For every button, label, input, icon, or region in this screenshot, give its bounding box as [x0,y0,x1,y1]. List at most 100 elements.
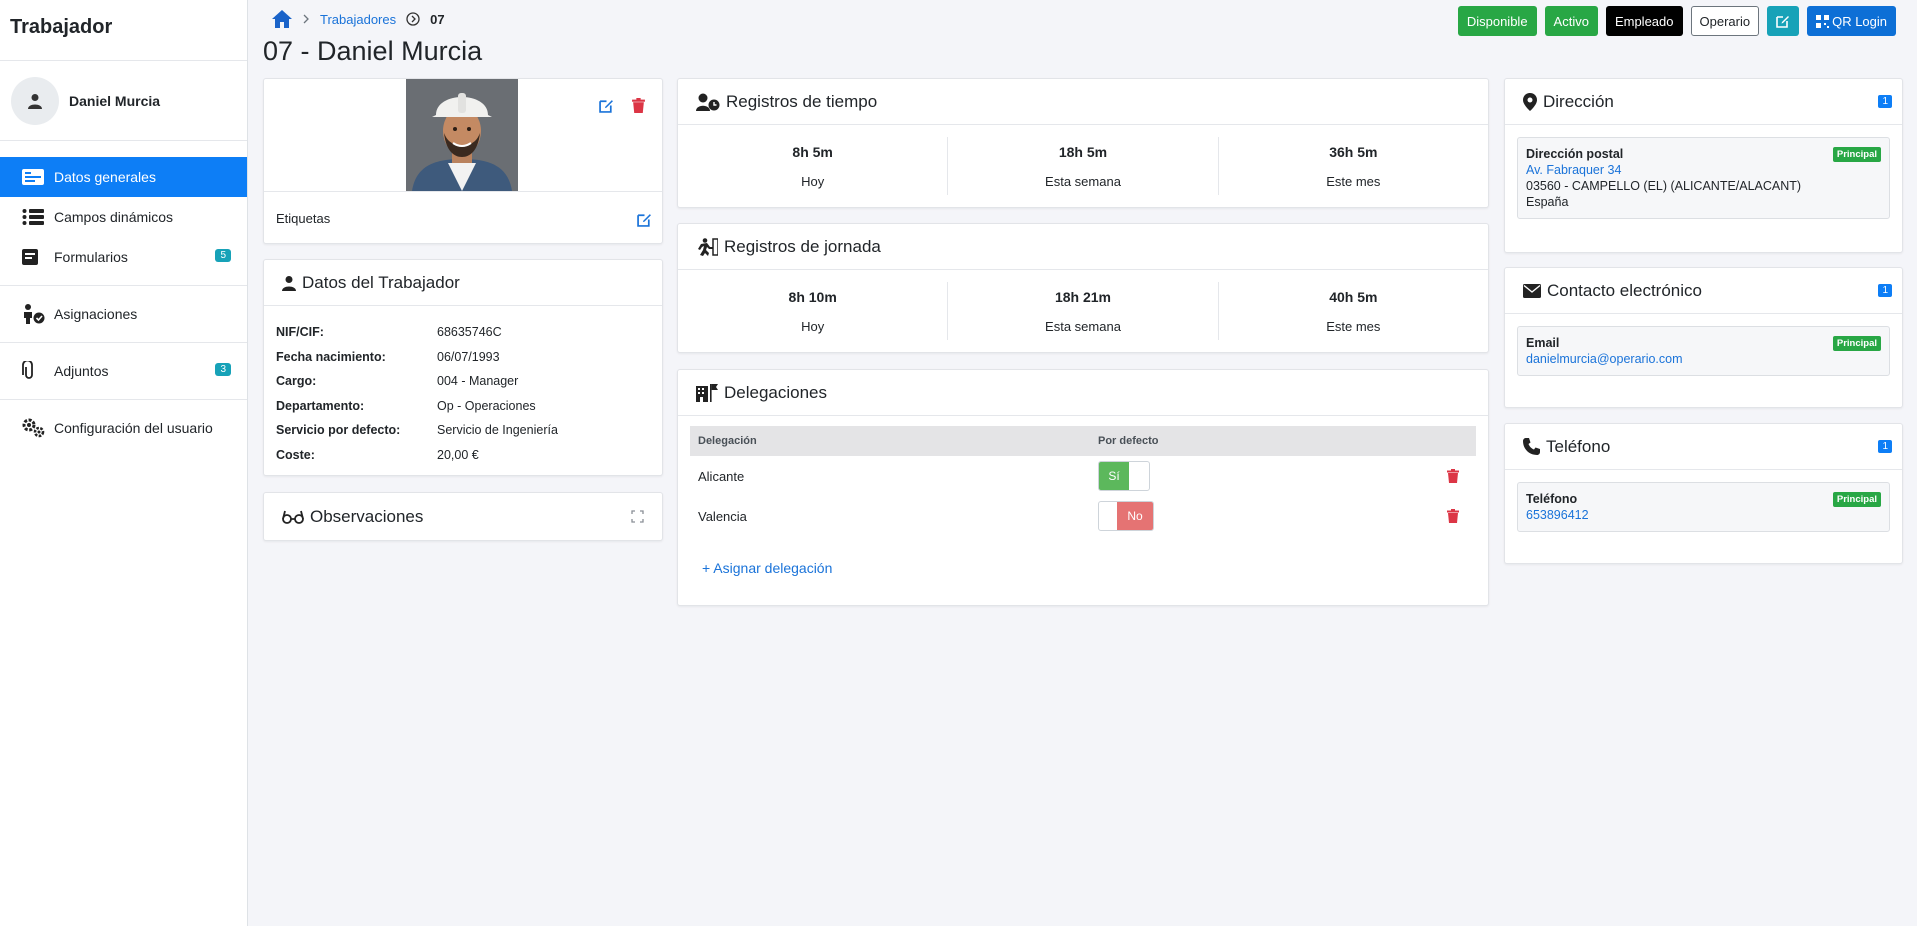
telefono-item: Teléfono Principal 653896412 [1517,482,1890,532]
sidebar-user-name: Daniel Murcia [69,92,161,109]
sidebar-nav: Datos generales Campos dinámicos Formula… [0,141,247,448]
default-toggle[interactable]: Sí [1098,461,1150,491]
worker-data-header: Datos del Trabajador [264,260,662,306]
delete-photo-button[interactable] [628,95,648,115]
sidebar-item-label: Asignaciones [54,306,138,322]
telefono-card: Teléfono 1 Teléfono Principal 653896412 [1504,423,1903,564]
paperclip-icon [22,361,48,381]
home-icon[interactable] [272,10,292,28]
expand-icon[interactable] [631,510,644,523]
delegaciones-title: Delegaciones [724,382,828,402]
registros-tiempo-card: Registros de tiempo 8h 5m Hoy 18h 5m Esta … [677,78,1489,208]
delegacion-name: Valencia [698,508,747,524]
trash-icon [1447,509,1459,523]
direccion-country: España [1526,195,1569,209]
user-icon [28,93,42,109]
divider [0,399,247,400]
delete-delegacion-button[interactable] [1438,509,1468,523]
stat-hoy: 8h 5m Hoy [678,137,949,195]
col-delegacion: Delegación [698,435,757,447]
building-flag-icon [696,383,718,402]
delete-delegacion-button[interactable] [1438,469,1468,483]
sidebar-item-configuracion-usuario[interactable]: Configuración del usuario [0,408,247,448]
worker-photo [406,79,518,191]
header-actions: Disponible Activo Empleado Operario QR L… [1457,6,1896,36]
toggle-off-label: No [1117,502,1153,530]
phone-link[interactable]: 653896412 [1526,508,1589,522]
observaciones-card: Observaciones [263,492,663,541]
registros-jornada-title: Registros de jornada [724,236,881,256]
activo-button[interactable]: Activo [1544,6,1598,36]
assign-delegacion-link[interactable]: + Asignar delegación [702,560,832,576]
envelope-icon [1523,283,1541,298]
telefono-title: Teléfono [1546,436,1611,456]
empleado-button[interactable]: Empleado [1605,6,1683,36]
chevron-circle-icon [406,12,420,26]
disponible-button[interactable]: Disponible [1457,6,1537,36]
telefono-header: Teléfono 1 [1505,424,1902,470]
info-row-servicio: Servicio por defecto: Servicio de Ingenie… [276,423,558,438]
table-header: Delegación Por defecto [690,426,1476,456]
contacto-count-badge: 1 [1878,284,1892,297]
breadcrumb-current: 07 [430,11,445,27]
gears-icon [22,418,48,438]
telefono-count-badge: 1 [1878,440,1892,453]
chevron-right-icon [302,14,310,24]
qr-login-button[interactable]: QR Login [1807,6,1896,36]
sidebar-user[interactable]: Daniel Murcia [0,61,247,141]
stat-semana: 18h 21m Esta semana [948,282,1219,340]
sidebar-item-label: Formularios [54,249,128,265]
id-card-icon [22,169,48,185]
qr-login-label: QR Login [1832,13,1887,29]
info-row-fecha: Fecha nacimiento: 06/07/1993 [276,349,500,364]
breadcrumb: Trabajadores 07 [272,8,445,30]
sidebar-item-formularios[interactable]: Formularios 5 [0,237,247,277]
telefono-type: Teléfono [1526,492,1578,506]
contacto-title: Contacto electrónico [1547,280,1702,300]
formularios-count-badge: 5 [215,249,231,262]
edit-icon [1776,16,1790,28]
operario-button[interactable]: Operario [1690,6,1760,36]
sidebar-item-campos-dinamicos[interactable]: Campos dinámicos [0,197,247,237]
stat-semana: 18h 5m Esta semana [948,137,1219,195]
info-row-nif: NIF/CIF: 68635746C [276,325,502,340]
user-clock-icon [696,93,720,111]
sidebar-item-adjuntos[interactable]: Adjuntos 3 [0,351,247,391]
registros-tiempo-header: Registros de tiempo [678,79,1488,125]
sidebar-item-label: Campos dinámicos [54,209,174,225]
edit-worker-button[interactable] [1767,6,1800,36]
observaciones-header: Observaciones [264,493,662,540]
form-icon [22,249,48,265]
delegaciones-card: Delegaciones Delegación Por defecto Alic… [677,369,1489,606]
sidebar: Trabajador Daniel Murcia Datos generales… [0,0,248,926]
direccion-type: Dirección postal [1526,147,1624,161]
toggle-on-label: Sí [1099,462,1129,490]
page-title: 07 - Daniel Murcia [263,36,483,66]
default-toggle[interactable]: No [1098,501,1154,531]
sidebar-item-label: Datos generales [54,169,156,185]
tiempo-stats: 8h 5m Hoy 18h 5m Esta semana 36h 5m Este me… [678,125,1488,207]
edit-icon [636,213,651,227]
avatar [11,76,59,125]
delegaciones-table: Delegación Por defecto Alicante Sí Valen… [690,426,1476,536]
email-link[interactable]: danielmurcia@operario.com [1526,352,1683,366]
photo-card: Etiquetas [263,78,663,244]
delegacion-name: Alicante [698,468,745,484]
divider [0,342,247,343]
edit-tags-button[interactable] [634,209,654,229]
sidebar-item-datos-generales[interactable]: Datos generales [0,157,247,197]
principal-badge: Principal [1832,147,1881,162]
edit-photo-button[interactable] [596,95,616,115]
direccion-title: Dirección [1543,91,1614,111]
trash-icon [1447,469,1459,483]
principal-badge: Principal [1832,492,1881,507]
sidebar-item-asignaciones[interactable]: Asignaciones [0,294,247,334]
registros-jornada-card: Registros de jornada 8h 10m Hoy 18h 21m Es… [677,223,1489,353]
direccion-street-link[interactable]: Av. Fabraquer 34 [1526,163,1621,177]
edit-icon [598,99,613,113]
contacto-header: Contacto electrónico 1 [1505,268,1902,314]
phone-icon [1523,438,1540,455]
running-exit-icon [696,237,718,256]
table-row: Valencia No [690,496,1476,536]
breadcrumb-trabajadores-link[interactable]: Trabajadores [320,12,396,27]
